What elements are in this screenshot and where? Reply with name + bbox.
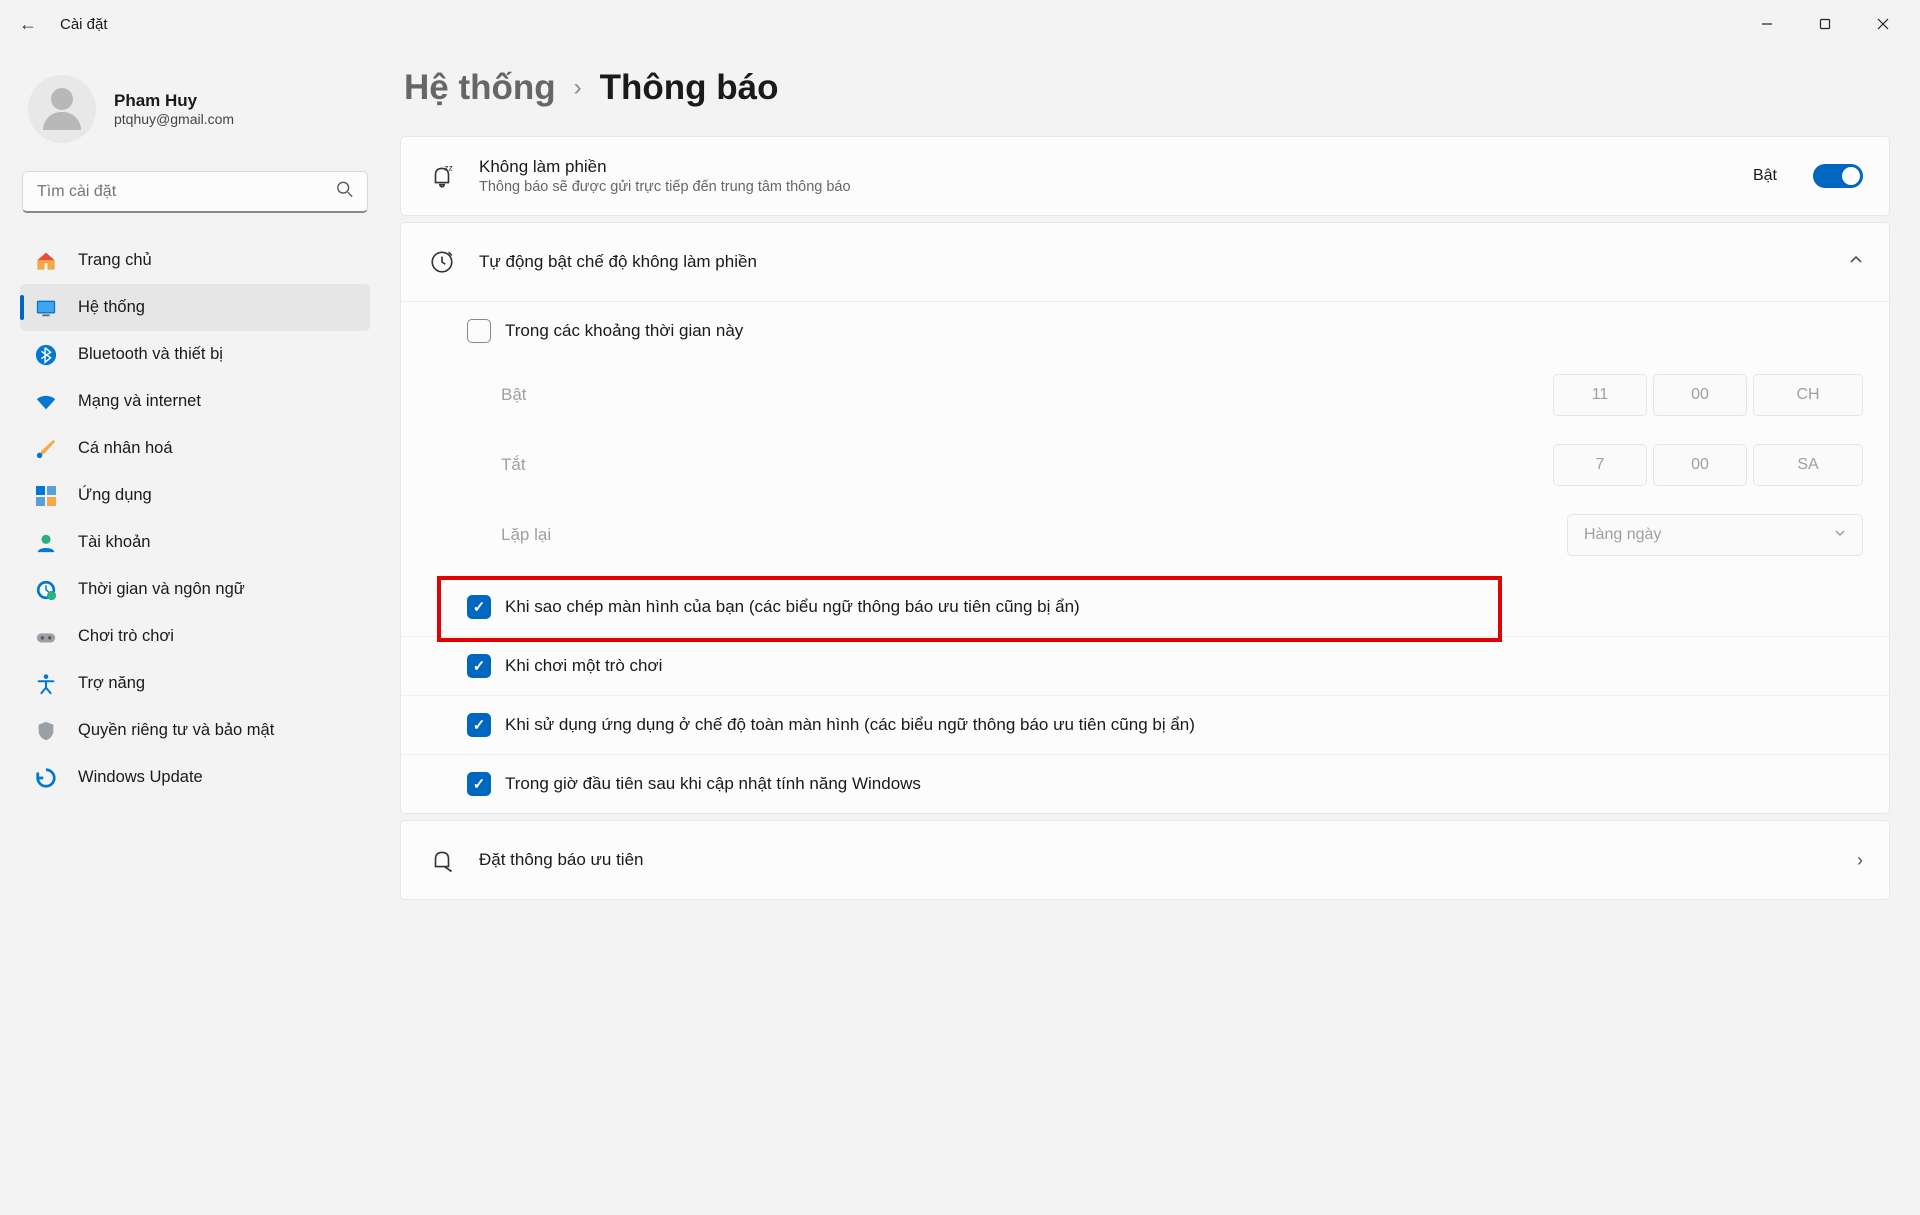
option-label: Khi chơi một trò chơi — [505, 656, 1863, 676]
page-title: Thông báo — [600, 68, 779, 108]
minimize-button[interactable] — [1738, 4, 1796, 44]
nav-label: Windows Update — [78, 768, 203, 787]
bell-priority-icon — [427, 847, 457, 873]
chevron-right-icon: › — [574, 74, 582, 102]
sidebar-item-bluetooth[interactable]: Bluetooth và thiết bị — [20, 331, 370, 378]
on-minute[interactable]: 00 — [1653, 374, 1747, 416]
avatar — [28, 75, 96, 143]
priority-notifications-card[interactable]: Đặt thông báo ưu tiên › — [400, 820, 1890, 900]
nav-label: Mạng và internet — [78, 392, 201, 411]
option-after-update[interactable]: Trong giờ đầu tiên sau khi cập nhật tính… — [401, 754, 1889, 813]
nav-label: Cá nhân hoá — [78, 439, 173, 458]
wifi-icon — [34, 390, 58, 414]
sidebar-item-accessibility[interactable]: Trợ năng — [20, 660, 370, 707]
on-ampm[interactable]: CH — [1753, 374, 1863, 416]
checkbox-checked[interactable] — [467, 654, 491, 678]
sidebar-item-update[interactable]: Windows Update — [20, 754, 370, 801]
sidebar-item-privacy[interactable]: Quyền riêng tư và bảo mật — [20, 707, 370, 754]
sidebar-item-apps[interactable]: Ứng dụng — [20, 472, 370, 519]
checkbox-unchecked[interactable] — [467, 319, 491, 343]
maximize-button[interactable] — [1796, 4, 1854, 44]
checkbox-checked[interactable] — [467, 772, 491, 796]
repeat-select[interactable]: Hàng ngày — [1567, 514, 1863, 556]
dnd-toggle[interactable] — [1813, 164, 1863, 188]
accessibility-icon — [34, 672, 58, 696]
option-label: Trong giờ đầu tiên sau khi cập nhật tính… — [505, 774, 1863, 794]
sidebar-item-home[interactable]: Trang chủ — [20, 237, 370, 284]
sidebar-item-time[interactable]: Thời gian và ngôn ngữ — [20, 566, 370, 613]
gamepad-icon — [34, 625, 58, 649]
option-fullscreen-app[interactable]: Khi sử dụng ứng dụng ở chế độ toàn màn h… — [401, 695, 1889, 754]
sidebar-item-accounts[interactable]: Tài khoản — [20, 519, 370, 566]
svg-text:zz: zz — [444, 163, 453, 173]
sidebar-item-personalize[interactable]: Cá nhân hoá — [20, 425, 370, 472]
chevron-up-icon — [1849, 253, 1863, 272]
nav-label: Trang chủ — [78, 251, 152, 270]
breadcrumb-parent[interactable]: Hệ thống — [404, 68, 556, 108]
brush-icon — [34, 437, 58, 461]
sidebar-item-gaming[interactable]: Chơi trò chơi — [20, 613, 370, 660]
nav-label: Trợ năng — [78, 674, 145, 693]
priority-title: Đặt thông báo ưu tiên — [479, 850, 1835, 870]
auto-dnd-header[interactable]: Tự động bật chế độ không làm phiền — [401, 223, 1889, 301]
nav-label: Chơi trò chơi — [78, 627, 174, 646]
profile-block[interactable]: Pham Huy ptqhuy@gmail.com — [20, 63, 370, 171]
profile-name: Pham Huy — [114, 91, 234, 111]
option-duplicating-display[interactable]: Khi sao chép màn hình của bạn (các biểu … — [401, 578, 1889, 636]
breadcrumb: Hệ thống › Thông báo — [400, 58, 1890, 136]
chevron-down-icon — [1834, 526, 1846, 544]
option-during-times[interactable]: Trong các khoảng thời gian này — [401, 302, 1889, 360]
nav-label: Bluetooth và thiết bị — [78, 345, 223, 364]
home-icon — [34, 249, 58, 273]
chevron-right-icon: › — [1857, 850, 1863, 871]
checkbox-checked[interactable] — [467, 713, 491, 737]
off-ampm[interactable]: SA — [1753, 444, 1863, 486]
sidebar-item-system[interactable]: Hệ thống — [20, 284, 370, 331]
repeat-label: Lặp lại — [501, 525, 1567, 545]
checkbox-checked[interactable] — [467, 595, 491, 619]
dnd-subtitle: Thông báo sẽ được gửi trực tiếp đến trun… — [479, 179, 1731, 195]
off-label: Tắt — [501, 455, 1553, 475]
schedule-repeat-row: Lặp lại Hàng ngày — [401, 500, 1889, 578]
search-input[interactable] — [22, 171, 368, 213]
off-hour[interactable]: 7 — [1553, 444, 1647, 486]
on-label: Bật — [501, 385, 1553, 405]
search-icon — [336, 181, 354, 204]
off-minute[interactable]: 00 — [1653, 444, 1747, 486]
bluetooth-icon — [34, 343, 58, 367]
clock-globe-icon — [34, 578, 58, 602]
dnd-title: Không làm phiền — [479, 157, 1731, 177]
nav-label: Thời gian và ngôn ngữ — [78, 580, 245, 599]
clock-icon — [427, 249, 457, 275]
auto-dnd-card: Tự động bật chế độ không làm phiền Trong… — [400, 222, 1890, 814]
shield-icon — [34, 719, 58, 743]
schedule-on-row: Bật 11 00 CH — [401, 360, 1889, 430]
dnd-card[interactable]: zz Không làm phiền Thông báo sẽ được gửi… — [400, 136, 1890, 216]
person-icon — [34, 531, 58, 555]
option-playing-game[interactable]: Khi chơi một trò chơi — [401, 636, 1889, 695]
schedule-off-row: Tắt 7 00 SA — [401, 430, 1889, 500]
repeat-value: Hàng ngày — [1584, 526, 1661, 544]
auto-dnd-title: Tự động bật chế độ không làm phiền — [479, 252, 1827, 272]
sidebar-item-network[interactable]: Mạng và internet — [20, 378, 370, 425]
system-icon — [34, 296, 58, 320]
close-button[interactable] — [1854, 4, 1912, 44]
nav-label: Hệ thống — [78, 298, 145, 317]
update-icon — [34, 766, 58, 790]
on-hour[interactable]: 11 — [1553, 374, 1647, 416]
nav-label: Ứng dụng — [78, 486, 152, 505]
window-title: Cài đặt — [48, 16, 1738, 33]
option-label: Khi sử dụng ứng dụng ở chế độ toàn màn h… — [505, 715, 1863, 735]
nav-label: Quyền riêng tư và bảo mật — [78, 721, 274, 740]
apps-icon — [34, 484, 58, 508]
option-label: Trong các khoảng thời gian này — [505, 321, 1863, 341]
bell-snooze-icon: zz — [427, 163, 457, 189]
profile-email: ptqhuy@gmail.com — [114, 111, 234, 127]
nav-label: Tài khoản — [78, 533, 150, 552]
dnd-toggle-label: Bật — [1753, 167, 1777, 185]
option-label: Khi sao chép màn hình của bạn (các biểu … — [505, 597, 1863, 617]
back-button[interactable]: ← — [8, 14, 48, 35]
